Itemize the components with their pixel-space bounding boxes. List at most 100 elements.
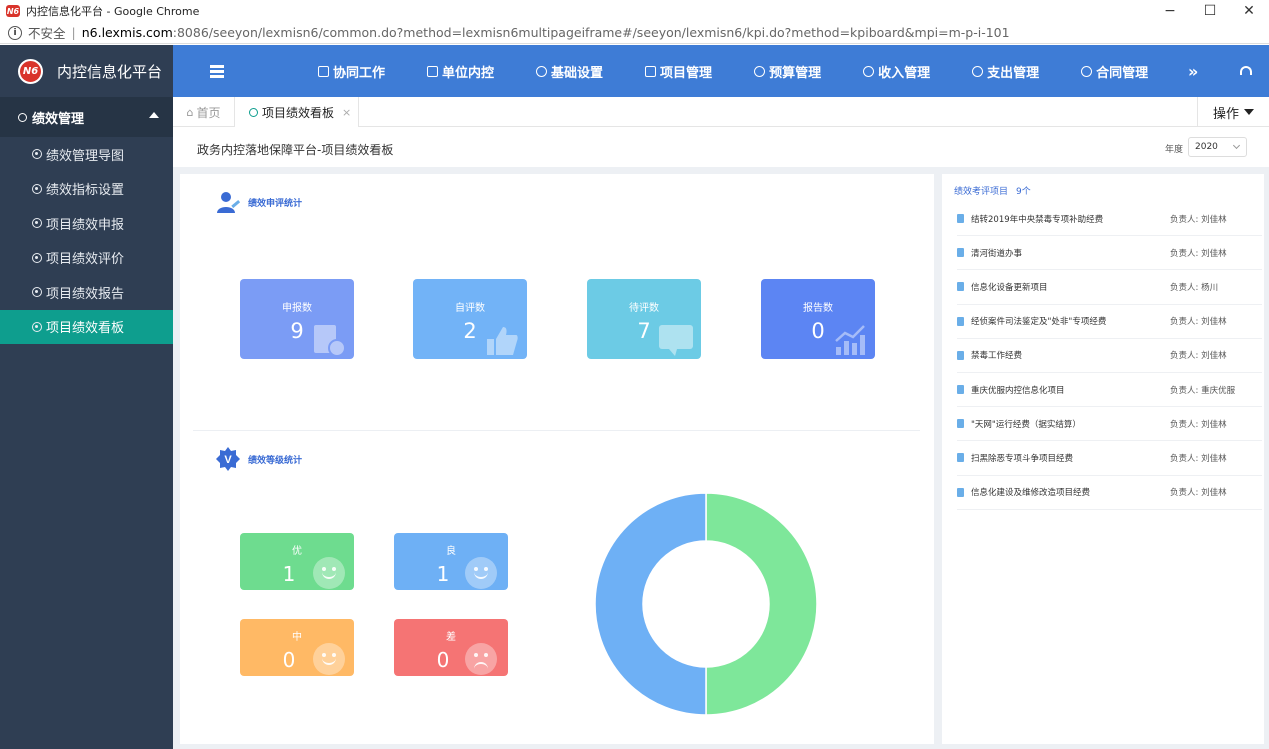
collapse-caret-icon[interactable]	[149, 112, 159, 118]
sidebar-item-indicator-settings[interactable]: 绩效指标设置	[0, 172, 173, 207]
project-row[interactable]: 清河街道办事 负责人: 刘佳林	[957, 236, 1262, 271]
project-owner: 负责人: 刘佳林	[1170, 488, 1227, 499]
nav-label: 单位内控	[442, 65, 495, 81]
project-owner: 负责人: 刘佳林	[1170, 317, 1227, 328]
project-icon	[645, 65, 657, 77]
tab-home-label: 首页	[196, 105, 221, 120]
dashboard-icon[interactable]	[1240, 66, 1252, 75]
gear-icon	[536, 65, 548, 77]
nav-item-project[interactable]: 项目管理	[645, 62, 712, 81]
brand-name: 内控信息化平台	[57, 62, 163, 81]
self-eval-count-card[interactable]: 自评数 2	[413, 279, 527, 359]
caret-down-icon	[1244, 109, 1254, 115]
sidebar-item-label: 绩效指标设置	[46, 183, 125, 199]
brand-logo: N6	[18, 58, 43, 84]
nav-item-expense[interactable]: 支出管理	[972, 62, 1039, 81]
sad-face-icon	[465, 643, 497, 675]
donut-slice-良[interactable]	[594, 492, 707, 716]
close-tab-icon[interactable]: ×	[342, 106, 351, 119]
tab-home[interactable]: ⌂ 首页	[173, 97, 235, 127]
brand[interactable]: N6 内控信息化平台	[0, 45, 173, 97]
projects-header: 绩效考评项目 9个	[954, 184, 1031, 197]
grade-poor-card[interactable]: 差 0	[394, 619, 508, 676]
nav-item-contract[interactable]: 合同管理	[1081, 62, 1148, 81]
projects-list: 结转2019年中央禁毒专项补助经费 负责人: 刘佳林 清河街道办事 负责人: 刘佳林信…	[957, 202, 1262, 510]
expense-icon	[972, 65, 984, 77]
user-edit-icon	[217, 192, 240, 213]
grade-good-card[interactable]: 良 1	[394, 533, 508, 590]
address-bar[interactable]: i 不安全 | n6.lexmis.com :8086/seeyon/lexmi…	[0, 22, 1269, 44]
operations-dropdown[interactable]: 操作	[1197, 97, 1269, 127]
nav-item-basic-settings[interactable]: 基础设置	[536, 62, 603, 81]
project-name[interactable]: 清河街道办事	[971, 247, 1022, 259]
sidebar-item-performance-map[interactable]: 绩效管理导图	[0, 137, 173, 172]
tab-project-dashboard[interactable]: 项目绩效看板 ×	[235, 97, 359, 127]
project-row[interactable]: 经侦案件司法鉴定及"处非"专项经费 负责人: 刘佳林	[957, 305, 1262, 339]
project-row[interactable]: "天网"运行经费（据实结算） 负责人: 刘佳林	[957, 407, 1262, 442]
nav-item-internal-control[interactable]: 单位内控	[427, 62, 494, 81]
project-owner: 负责人: 刘佳林	[1170, 214, 1227, 225]
section-title-text: 绩效申评统计	[248, 198, 303, 209]
report-count-card[interactable]: 报告数 0	[761, 279, 875, 359]
info-icon[interactable]: i	[8, 25, 22, 40]
menu-toggle-icon[interactable]	[210, 64, 230, 78]
project-name[interactable]: 结转2019年中央禁毒专项补助经费	[971, 213, 1103, 225]
year-value: 2020	[1195, 142, 1218, 152]
radio-dot-icon	[32, 287, 42, 298]
project-name[interactable]: 信息化设备更新项目	[971, 281, 1048, 293]
card-label: 自评数	[455, 303, 485, 314]
project-name[interactable]: 重庆优服内控信息化项目	[971, 384, 1065, 396]
project-row[interactable]: 禁毒工作经费 负责人: 刘佳林	[957, 339, 1262, 373]
page-header: 政务内控落地保障平台-项目绩效看板 年度 2020	[173, 127, 1269, 167]
sidebar-item-evaluation[interactable]: 项目绩效评价	[0, 241, 173, 276]
nav-label: 协同工作	[333, 65, 386, 81]
chat-bubble-icon	[659, 325, 693, 356]
radio-dot-icon	[32, 321, 42, 332]
projects-count: 9个	[1016, 187, 1031, 197]
project-row[interactable]: 扫黑除恶专项斗争项目经费 负责人: 刘佳林	[957, 441, 1262, 476]
home-icon: ⌂	[186, 105, 194, 119]
project-name[interactable]: 禁毒工作经费	[971, 349, 1022, 361]
project-row[interactable]: 结转2019年中央禁毒专项补助经费 负责人: 刘佳林	[957, 202, 1262, 237]
project-row[interactable]: 信息化设备更新项目 负责人: 杨川	[957, 270, 1262, 305]
section-title-text: 绩效等级统计	[248, 455, 303, 466]
nav-item-income[interactable]: 收入管理	[863, 62, 930, 81]
sidebar-header[interactable]: 绩效管理	[0, 97, 173, 137]
tab-bar: ⌂ 首页 项目绩效看板 × 操作	[173, 97, 1269, 127]
grade-stats-title: V 绩效等级统计	[216, 447, 302, 471]
nav-more-icon[interactable]: »	[1188, 62, 1198, 81]
document-icon	[957, 419, 964, 429]
document-icon	[957, 214, 964, 224]
sidebar-item-label: 项目绩效申报	[46, 217, 125, 233]
app-favicon: N6	[6, 5, 20, 17]
project-name[interactable]: 经侦案件司法鉴定及"处非"专项经费	[971, 315, 1106, 327]
project-name[interactable]: 扫黑除恶专项斗争项目经费	[971, 452, 1073, 464]
nav-item-collab[interactable]: 协同工作	[318, 62, 385, 81]
url-path: :8086/seeyon/lexmisn6/common.do?method=l…	[172, 25, 1010, 40]
nav-label: 支出管理	[987, 65, 1040, 81]
nav-label: 项目管理	[660, 65, 713, 81]
declared-count-card[interactable]: 申报数 9	[240, 279, 354, 359]
project-row[interactable]: 信息化建设及维修改造项目经费 负责人: 刘佳林	[957, 476, 1262, 510]
sidebar-item-declaration[interactable]: 项目绩效申报	[0, 206, 173, 241]
close-window-button[interactable]: ✕	[1229, 0, 1269, 22]
year-select[interactable]: 2020	[1188, 137, 1247, 157]
budget-icon	[754, 65, 766, 77]
project-row[interactable]: 重庆优服内控信息化项目 负责人: 重庆优服	[957, 373, 1262, 408]
grade-medium-card[interactable]: 中 0	[240, 619, 354, 676]
document-icon	[957, 248, 964, 258]
minimize-button[interactable]: −	[1150, 0, 1190, 22]
smile-face-icon	[313, 643, 345, 675]
project-name[interactable]: 信息化建设及维修改造项目经费	[971, 486, 1090, 498]
donut-slice-优[interactable]	[705, 492, 818, 716]
radio-dot-icon	[32, 149, 42, 160]
sidebar-item-dashboard[interactable]: 项目绩效看板	[0, 309, 173, 344]
project-name[interactable]: "天网"运行经费（据实结算）	[971, 418, 1081, 430]
sidebar-item-report[interactable]: 项目绩效报告	[0, 275, 173, 310]
nav-item-budget[interactable]: 预算管理	[754, 62, 821, 81]
pending-count-card[interactable]: 待评数 7	[587, 279, 701, 359]
performance-icon	[18, 112, 27, 122]
maximize-button[interactable]: ☐	[1190, 0, 1230, 22]
project-owner: 负责人: 重庆优服	[1170, 385, 1236, 396]
grade-excellent-card[interactable]: 优 1	[240, 533, 354, 590]
